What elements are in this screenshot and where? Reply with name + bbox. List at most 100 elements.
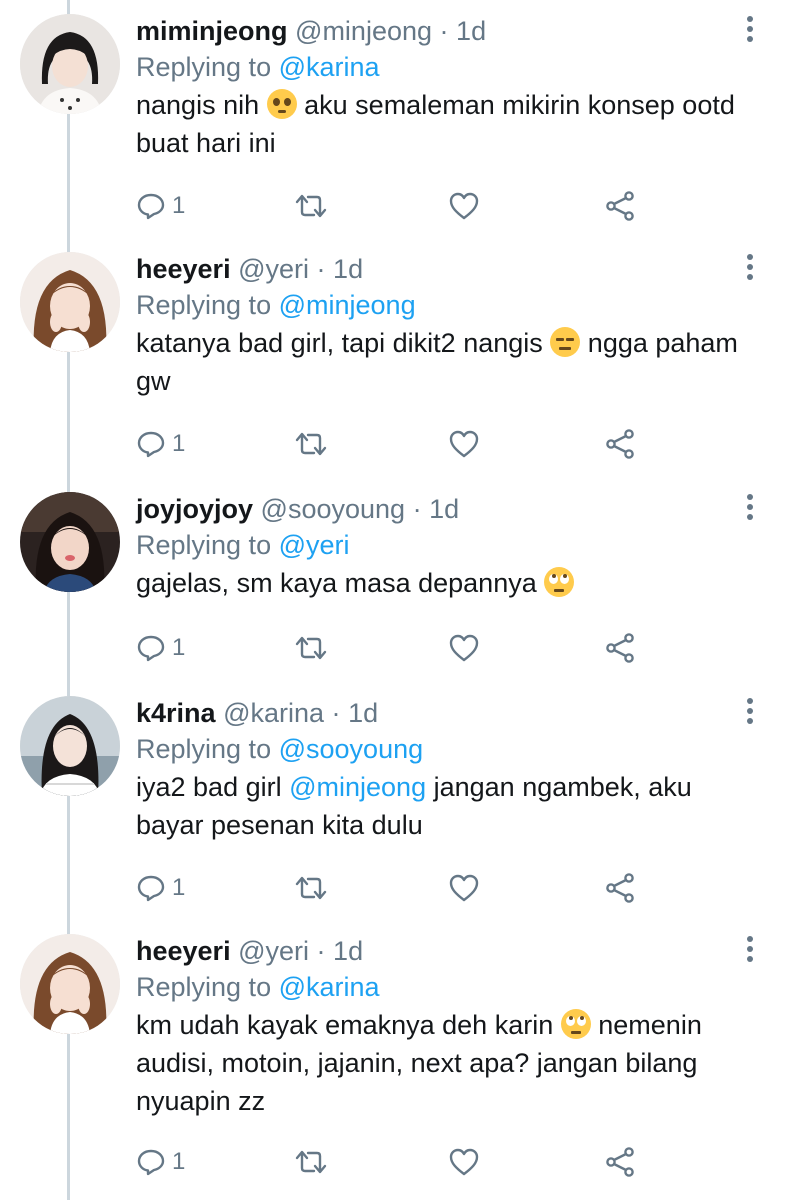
tweet-text: nangis nih aku semaleman mikirin konsep …: [136, 86, 746, 162]
expressionless-face-icon: [550, 327, 581, 357]
separator-dot: ·: [316, 936, 326, 966]
share-button[interactable]: [604, 628, 636, 668]
reply-button[interactable]: 1: [136, 868, 185, 908]
retweet-button[interactable]: [294, 628, 328, 668]
timestamp[interactable]: 1d: [456, 16, 486, 46]
separator-dot: ·: [439, 16, 449, 46]
share-icon: [606, 633, 634, 663]
replying-to-label: Replying to: [136, 734, 272, 764]
reply-icon: [137, 431, 165, 458]
like-button[interactable]: [448, 868, 480, 908]
user-handle[interactable]: @yeri: [238, 254, 309, 284]
rolling-eyes-face-icon: [544, 567, 575, 597]
replying-to: Replying to @sooyoung: [136, 732, 423, 766]
tweet-text: iya2 bad girl @minjeong jangan ngambek, …: [136, 768, 746, 844]
reply-button[interactable]: 1: [136, 628, 185, 668]
tweet-header: k4rina @karina · 1d: [136, 696, 732, 730]
heart-icon: [449, 430, 479, 458]
replying-to-mention[interactable]: @karina: [279, 972, 380, 1002]
display-name[interactable]: joyjoyjoy: [136, 494, 253, 524]
more-options-icon[interactable]: [744, 254, 756, 286]
replying-to: Replying to @yeri: [136, 528, 350, 562]
heart-icon: [449, 874, 479, 902]
replying-to-label: Replying to: [136, 290, 272, 320]
retweet-icon: [295, 194, 327, 218]
share-icon: [606, 1147, 634, 1177]
avatar[interactable]: [20, 934, 120, 1034]
timestamp[interactable]: 1d: [429, 494, 459, 524]
reply-icon: [137, 635, 165, 662]
retweet-button[interactable]: [294, 186, 328, 226]
retweet-button[interactable]: [294, 868, 328, 908]
share-button[interactable]: [604, 424, 636, 464]
avatar[interactable]: [20, 492, 120, 592]
retweet-icon: [295, 1150, 327, 1174]
heart-icon: [449, 192, 479, 220]
more-options-icon[interactable]: [744, 698, 756, 730]
reply-icon: [137, 1149, 165, 1176]
share-button[interactable]: [604, 868, 636, 908]
share-button[interactable]: [604, 186, 636, 226]
tweet-actions: 1: [136, 1142, 656, 1182]
user-handle[interactable]: @sooyoung: [261, 494, 406, 524]
like-button[interactable]: [448, 186, 480, 226]
avatar[interactable]: [20, 696, 120, 796]
like-button[interactable]: [448, 628, 480, 668]
tweet-actions: 1: [136, 424, 656, 464]
replying-to-mention[interactable]: @sooyoung: [279, 734, 424, 764]
avatar[interactable]: [20, 252, 120, 352]
tweet-header: joyjoyjoy @sooyoung · 1d: [136, 492, 732, 526]
share-button[interactable]: [604, 1142, 636, 1182]
separator-dot: ·: [331, 698, 341, 728]
replying-to: Replying to @karina: [136, 50, 380, 84]
display-name[interactable]: miminjeong: [136, 16, 288, 46]
tweet-text: km udah kayak emaknya deh karin nemenin …: [136, 1006, 746, 1120]
heart-icon: [449, 634, 479, 662]
user-handle[interactable]: @minjeong: [295, 16, 432, 46]
display-name[interactable]: k4rina: [136, 698, 216, 728]
replying-to-mention[interactable]: @minjeong: [279, 290, 416, 320]
like-button[interactable]: [448, 1142, 480, 1182]
share-icon: [606, 429, 634, 459]
retweet-icon: [295, 432, 327, 456]
rolling-eyes-face-icon: [560, 1009, 591, 1039]
replying-to-mention[interactable]: @yeri: [279, 530, 350, 560]
heart-icon: [449, 1148, 479, 1176]
tweet-text-part: iya2 bad girl: [136, 772, 282, 802]
tweet-header: heeyeri @yeri · 1d: [136, 252, 732, 286]
user-handle[interactable]: @yeri: [238, 936, 309, 966]
like-button[interactable]: [448, 424, 480, 464]
reply-icon: [137, 875, 165, 902]
retweet-button[interactable]: [294, 1142, 328, 1182]
more-options-icon[interactable]: [744, 494, 756, 526]
display-name[interactable]: heeyeri: [136, 254, 231, 284]
reply-button[interactable]: 1: [136, 1142, 185, 1182]
share-icon: [606, 873, 634, 903]
replying-to-label: Replying to: [136, 972, 272, 1002]
display-name[interactable]: heeyeri: [136, 936, 231, 966]
timestamp[interactable]: 1d: [333, 936, 363, 966]
tweet-text-part: katanya bad girl, tapi dikit2 nangis: [136, 328, 543, 358]
replying-to-mention[interactable]: @karina: [279, 52, 380, 82]
separator-dot: ·: [316, 254, 326, 284]
inline-mention[interactable]: @minjeong: [289, 772, 426, 802]
reply-count: 1: [172, 1148, 186, 1175]
reply-icon: [137, 193, 165, 220]
tweet-text: katanya bad girl, tapi dikit2 nangis ngg…: [136, 324, 746, 400]
user-handle[interactable]: @karina: [223, 698, 324, 728]
replying-to: Replying to @karina: [136, 970, 380, 1004]
replying-to: Replying to @minjeong: [136, 288, 416, 322]
reply-count: 1: [172, 874, 186, 901]
more-options-icon[interactable]: [744, 936, 756, 968]
avatar[interactable]: [20, 14, 120, 114]
reply-button[interactable]: 1: [136, 424, 185, 464]
tweet-header: miminjeong @minjeong · 1d: [136, 14, 732, 48]
replying-to-label: Replying to: [136, 530, 272, 560]
tweet-text: gajelas, sm kaya masa depannya: [136, 564, 746, 602]
more-options-icon[interactable]: [744, 16, 756, 48]
timestamp[interactable]: 1d: [333, 254, 363, 284]
tweet-text-part: gajelas, sm kaya masa depannya: [136, 568, 537, 598]
reply-button[interactable]: 1: [136, 186, 185, 226]
timestamp[interactable]: 1d: [348, 698, 378, 728]
retweet-button[interactable]: [294, 424, 328, 464]
